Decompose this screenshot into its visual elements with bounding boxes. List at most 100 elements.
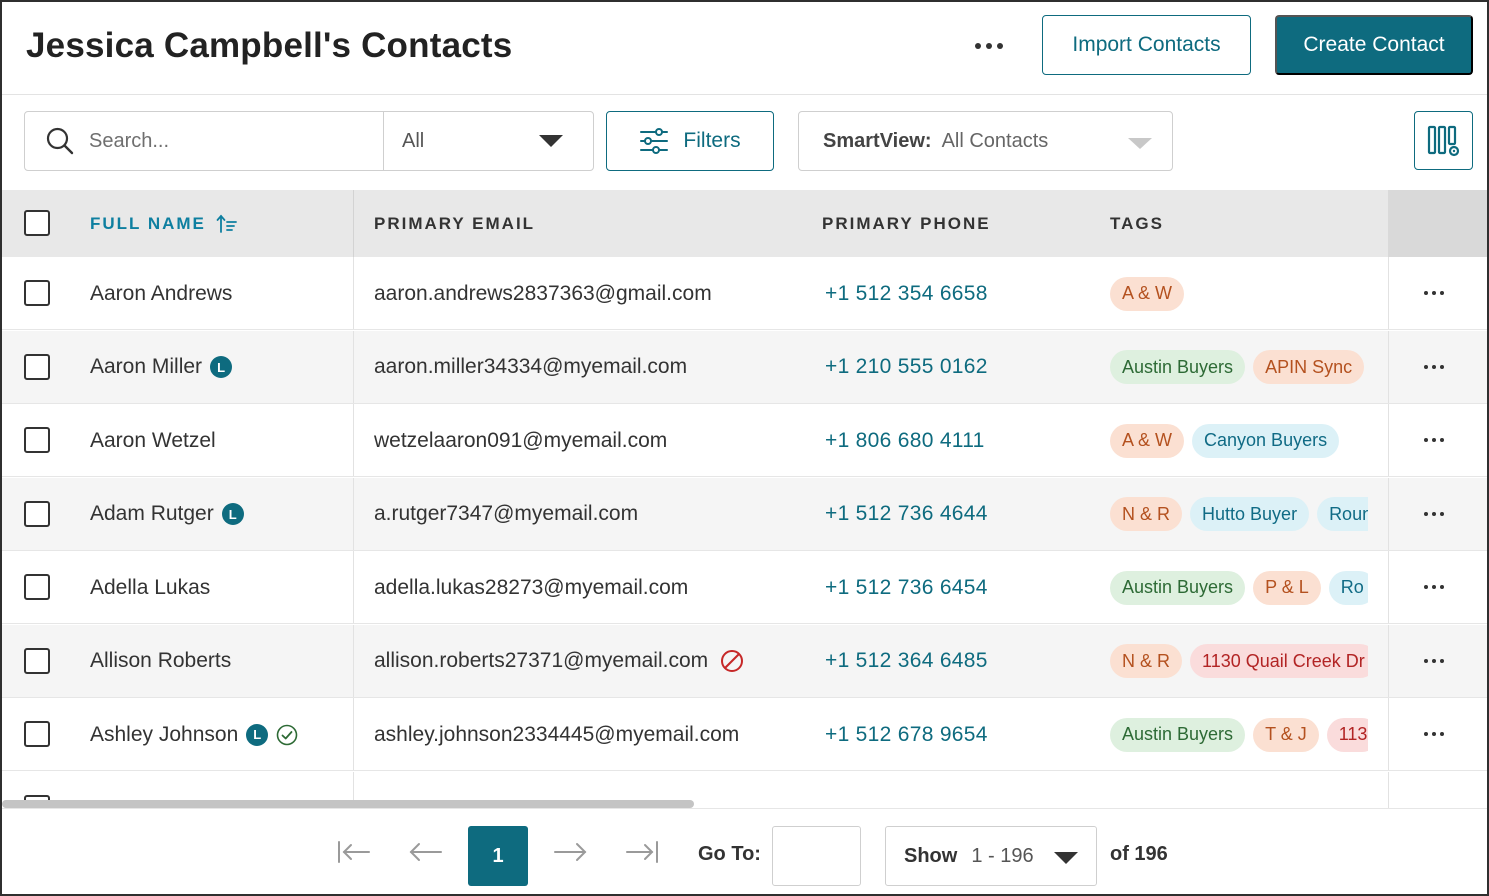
page-size-select[interactable]: Show 1 - 196 <box>885 826 1097 886</box>
column-header-tags[interactable]: TAGS <box>1110 190 1164 257</box>
row-actions-button[interactable] <box>1412 430 1456 450</box>
contact-name-cell[interactable]: Adam Rutger L <box>90 478 244 551</box>
row-actions-button[interactable] <box>1412 577 1456 597</box>
tag-chip[interactable]: Hutto Buyer <box>1190 497 1310 531</box>
table-header: FULL NAME PRIMARY EMAIL PRIMARY PHONE TA… <box>2 190 1487 257</box>
row-checkbox[interactable] <box>24 574 50 600</box>
email-cell[interactable]: aaron.miller34334@myemail.com <box>374 331 687 404</box>
more-horizontal-icon <box>1424 291 1428 295</box>
contact-name: Adam Rutger <box>90 502 214 525</box>
column-header-full-name[interactable]: FULL NAME <box>90 190 238 257</box>
table-row[interactable]: Ashley Johnson L ashley.johnson2334445@mye… <box>2 698 1487 771</box>
tag-chip[interactable]: Austin Buyers <box>1110 570 1246 605</box>
column-header-actions <box>1388 190 1487 257</box>
column-header-label: FULL NAME <box>90 213 206 233</box>
email-cell[interactable]: aaron.andrews2837363@gmail.com <box>374 257 712 330</box>
tag-chip[interactable]: P & L <box>1253 570 1321 605</box>
tag-chip[interactable]: A & W <box>1110 276 1185 311</box>
row-actions-button[interactable] <box>1412 651 1456 671</box>
goto-page-input[interactable] <box>772 826 861 886</box>
row-checkbox[interactable] <box>24 280 50 306</box>
row-checkbox[interactable] <box>24 427 50 453</box>
current-page-button[interactable]: 1 <box>468 826 528 886</box>
row-actions-button[interactable] <box>1412 504 1456 524</box>
contact-phone[interactable]: +1 512 736 4644 <box>825 478 988 551</box>
contact-phone[interactable]: +1 806 680 4111 <box>825 404 985 477</box>
row-checkbox[interactable] <box>24 353 50 380</box>
row-actions-button[interactable] <box>1412 357 1456 377</box>
show-label: Show <box>904 844 958 867</box>
contact-email: wetzelaaron091@myemail.com <box>374 428 668 452</box>
create-contact-button[interactable]: Create Contact <box>1275 15 1473 75</box>
row-checkbox[interactable] <box>24 647 50 674</box>
column-header-primary-email[interactable]: PRIMARY EMAIL <box>374 190 535 257</box>
first-page-button[interactable] <box>334 837 374 867</box>
row-checkbox[interactable] <box>24 500 50 527</box>
chevron-down-icon <box>539 135 563 147</box>
search-input[interactable] <box>89 129 359 153</box>
contact-email: aaron.miller34334@myemail.com <box>374 355 688 378</box>
contact-phone[interactable]: +1 512 678 9654 <box>825 698 988 771</box>
smartview-value: All Contacts <box>941 129 1049 152</box>
contact-name-cell[interactable]: Allison Roberts <box>90 625 231 698</box>
search-scope-value: All <box>402 129 425 152</box>
tag-chip[interactable]: Ro <box>1328 570 1368 605</box>
contact-name: Ashley Johnson <box>90 722 239 746</box>
tag-chip[interactable]: A & W <box>1110 423 1185 458</box>
tag-chip[interactable]: Roun <box>1317 497 1368 531</box>
more-options-button[interactable] <box>964 28 1014 64</box>
tag-chip[interactable]: N & R <box>1110 644 1183 678</box>
previous-page-button[interactable] <box>406 837 446 867</box>
contact-name-cell[interactable]: Adella Lukas <box>90 551 210 624</box>
contact-phone[interactable]: +1 512 736 6454 <box>825 551 988 624</box>
tag-chip[interactable]: T & J <box>1253 717 1319 752</box>
table-row[interactable]: Allison Roberts allison.roberts27371@myem… <box>2 624 1487 698</box>
next-page-button[interactable] <box>550 837 590 867</box>
more-horizontal-icon <box>986 43 992 49</box>
contact-name-cell[interactable]: Aaron Wetzel <box>90 404 216 477</box>
table-row[interactable]: Adella Lukas adella.lukas28273@myemail.co… <box>2 551 1487 624</box>
tag-chip[interactable]: Austin Buyers <box>1110 350 1246 384</box>
contact-email: allison.roberts27371@myemail.com <box>374 649 709 672</box>
email-cell[interactable]: a.rutger7347@myemail.com <box>374 478 638 551</box>
email-cell[interactable]: allison.roberts27371@myemail.com <box>374 625 744 698</box>
contact-name: Allison Roberts <box>90 649 232 672</box>
table-row[interactable]: Aaron Andrews aaron.andrews2837363@gmail.… <box>2 257 1487 330</box>
more-horizontal-icon <box>1424 585 1428 589</box>
column-divider <box>1388 698 1389 770</box>
email-cell[interactable]: adella.lukas28273@myemail.com <box>374 551 688 624</box>
last-page-button[interactable] <box>622 837 662 867</box>
more-horizontal-icon <box>1440 438 1444 442</box>
table-row[interactable]: Aaron Miller L aaron.miller34334@myemail.c… <box>2 330 1487 404</box>
tag-chip[interactable]: APIN Sync <box>1253 350 1365 384</box>
contact-name-cell[interactable]: Aaron Miller L <box>90 331 233 404</box>
tag-chip[interactable]: 113 <box>1326 717 1368 752</box>
horizontal-scrollbar[interactable] <box>2 800 694 808</box>
row-actions-button[interactable] <box>1412 283 1456 303</box>
tag-chip[interactable]: 1130 Quail Creek Dr <box>1190 644 1368 678</box>
tag-chip[interactable]: N & R <box>1110 497 1183 531</box>
select-all-checkbox[interactable] <box>24 210 50 236</box>
column-settings-button[interactable] <box>1414 111 1473 170</box>
table-row[interactable]: Aaron Wetzel wetzelaaron091@myemail.com +1… <box>2 404 1487 477</box>
smartview-select[interactable]: SmartView: All Contacts <box>798 111 1173 171</box>
row-actions-button[interactable] <box>1412 724 1456 744</box>
email-cell[interactable]: ashley.johnson2334445@myemail.com <box>374 698 739 771</box>
email-cell[interactable]: wetzelaaron091@myemail.com <box>374 404 667 477</box>
contact-phone[interactable]: +1 512 364 6485 <box>825 625 988 698</box>
contact-name: Aaron Miller <box>90 355 203 378</box>
tag-chip[interactable]: Canyon Buyers <box>1192 423 1340 458</box>
tag-chip[interactable]: Austin Buyers <box>1110 717 1246 752</box>
table-row[interactable]: Adam Rutger L a.rutger7347@myemail.com +1 5… <box>2 477 1487 551</box>
contact-name-cell[interactable]: Aaron Andrews <box>90 257 232 330</box>
search-scope-select[interactable]: All <box>384 112 593 170</box>
row-checkbox[interactable] <box>24 721 50 747</box>
contact-phone[interactable]: +1 210 555 0162 <box>825 331 988 404</box>
sliders-icon <box>640 128 669 154</box>
total-count: of 196 <box>1110 843 1168 865</box>
contact-name-cell[interactable]: Ashley Johnson L <box>90 698 298 771</box>
column-header-primary-phone[interactable]: PRIMARY PHONE <box>822 190 991 257</box>
filters-button[interactable]: Filters <box>606 111 774 171</box>
import-contacts-button[interactable]: Import Contacts <box>1042 15 1251 75</box>
contact-phone[interactable]: +1 512 354 6658 <box>825 257 988 330</box>
